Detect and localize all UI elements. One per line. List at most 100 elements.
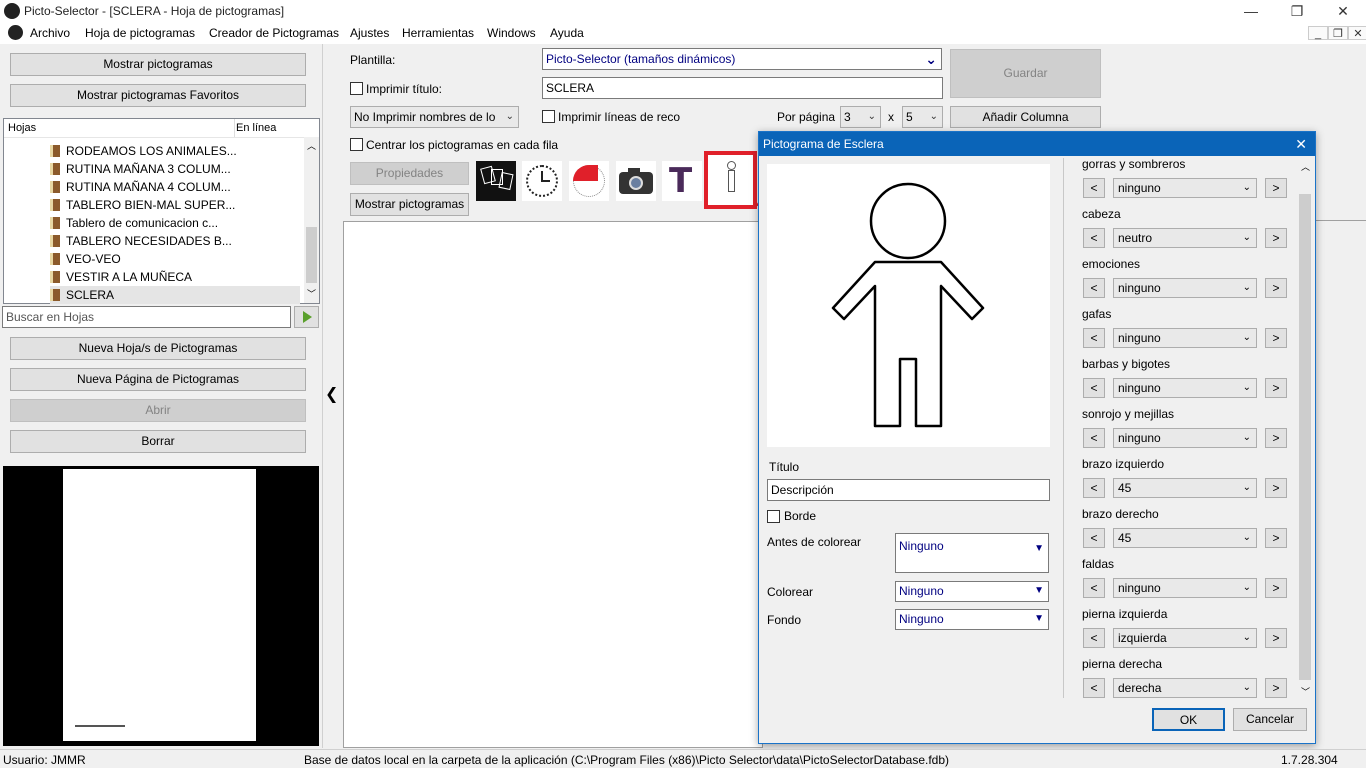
menu-creador[interactable]: Creador de Pictogramas bbox=[209, 26, 339, 40]
prop-select[interactable]: ninguno ⌄ bbox=[1113, 578, 1257, 598]
scroll-down-icon[interactable]: ﹀ bbox=[1301, 685, 1310, 698]
scroll-down-icon[interactable]: ﹀ bbox=[307, 287, 316, 300]
next-button[interactable]: > bbox=[1265, 178, 1287, 198]
show-favorites-button[interactable]: Mostrar pictogramas Favoritos bbox=[10, 84, 306, 107]
prev-button[interactable]: < bbox=[1083, 228, 1105, 248]
prop-select[interactable]: ninguno ⌄ bbox=[1113, 378, 1257, 398]
center-checkbox[interactable] bbox=[350, 138, 363, 151]
cancel-button[interactable]: Cancelar bbox=[1233, 708, 1307, 731]
prop-select[interactable]: 45 ⌄ bbox=[1113, 528, 1257, 548]
search-button[interactable] bbox=[294, 306, 319, 328]
next-button[interactable]: > bbox=[1265, 478, 1287, 498]
properties-scroll-thumb[interactable] bbox=[1299, 194, 1311, 680]
prev-button[interactable]: < bbox=[1083, 278, 1105, 298]
column-header-online[interactable]: En línea bbox=[236, 122, 276, 134]
next-button[interactable]: > bbox=[1265, 628, 1287, 648]
new-page-button[interactable]: Nueva Página de Pictogramas bbox=[10, 368, 306, 391]
camera-icon[interactable] bbox=[616, 161, 656, 201]
prop-select[interactable]: ninguno ⌄ bbox=[1113, 428, 1257, 448]
scroll-up-icon[interactable]: ︿ bbox=[1301, 160, 1310, 173]
prev-button[interactable]: < bbox=[1083, 528, 1105, 548]
menu-hoja[interactable]: Hoja de pictogramas bbox=[85, 26, 195, 40]
open-button[interactable]: Abrir bbox=[10, 399, 306, 422]
sheet-canvas[interactable] bbox=[343, 221, 763, 748]
next-button[interactable]: > bbox=[1265, 328, 1287, 348]
mdi-minimize-button[interactable]: _ bbox=[1308, 26, 1328, 40]
prop-select[interactable]: ninguno ⌄ bbox=[1113, 178, 1257, 198]
properties-scrollbar[interactable]: ︿ ﹀ bbox=[1297, 158, 1313, 698]
tree-item-selected[interactable]: SCLERA bbox=[50, 286, 300, 304]
prop-select[interactable]: izquierda ⌄ bbox=[1113, 628, 1257, 648]
prev-button[interactable]: < bbox=[1083, 328, 1105, 348]
restore-button[interactable]: ❐ bbox=[1274, 0, 1320, 22]
tree-scrollbar[interactable]: ︿ ﹀ bbox=[304, 137, 319, 303]
next-button[interactable]: > bbox=[1265, 528, 1287, 548]
sheets-tree[interactable]: Hojas En línea RODEAMOS LOS ANIMALES... … bbox=[3, 118, 320, 304]
columns-select[interactable]: 5 ⌄ bbox=[902, 106, 943, 128]
template-select[interactable]: Picto-Selector (tamaños dinámicos) ⌄ bbox=[542, 48, 942, 70]
clock-icon[interactable] bbox=[522, 161, 562, 201]
prop-select[interactable]: neutro ⌄ bbox=[1113, 228, 1257, 248]
ok-button[interactable]: OK bbox=[1152, 708, 1225, 731]
mdi-restore-button[interactable]: ❐ bbox=[1328, 26, 1348, 40]
save-button[interactable]: Guardar bbox=[950, 49, 1101, 98]
scroll-up-icon[interactable]: ︿ bbox=[307, 139, 316, 152]
new-sheet-button[interactable]: Nueva Hoja/s de Pictogramas bbox=[10, 337, 306, 360]
delete-button[interactable]: Borrar bbox=[10, 430, 306, 453]
prop-select[interactable]: 45 ⌄ bbox=[1113, 478, 1257, 498]
title-input[interactable]: SCLERA bbox=[542, 77, 943, 99]
prev-button[interactable]: < bbox=[1083, 628, 1105, 648]
tree-item[interactable]: RUTINA MAÑANA 4 COLUM... bbox=[50, 178, 300, 196]
tree-item[interactable]: TABLERO NECESIDADES B... bbox=[50, 232, 300, 250]
print-lines-checkbox[interactable] bbox=[542, 110, 555, 123]
sclera-icon-highlight[interactable] bbox=[704, 151, 757, 209]
timer-icon[interactable] bbox=[569, 161, 609, 201]
tree-item[interactable]: TABLERO BIEN-MAL SUPER... bbox=[50, 196, 300, 214]
show-picts-button[interactable]: Mostrar pictogramas bbox=[350, 193, 469, 216]
tree-scroll-thumb[interactable] bbox=[306, 227, 317, 283]
chevron-down-icon: ⌄ bbox=[1242, 382, 1251, 393]
menu-ajustes[interactable]: Ajustes bbox=[350, 26, 389, 40]
mdi-close-button[interactable]: ✕ bbox=[1348, 26, 1366, 40]
print-names-select[interactable]: No Imprimir nombres de lo ⌄ bbox=[350, 106, 519, 128]
column-header-sheets[interactable]: Hojas bbox=[8, 122, 36, 134]
prev-button[interactable]: < bbox=[1083, 578, 1105, 598]
tree-item[interactable]: RUTINA MAÑANA 3 COLUM... bbox=[50, 160, 300, 178]
show-pictograms-button[interactable]: Mostrar pictogramas bbox=[10, 53, 306, 76]
close-button[interactable]: ✕ bbox=[1320, 0, 1366, 22]
next-button[interactable]: > bbox=[1265, 378, 1287, 398]
pictogram-cards-icon[interactable] bbox=[476, 161, 516, 201]
next-button[interactable]: > bbox=[1265, 578, 1287, 598]
prev-button[interactable]: < bbox=[1083, 428, 1105, 448]
menu-herramientas[interactable]: Herramientas bbox=[402, 26, 474, 40]
rows-select[interactable]: 3 ⌄ bbox=[840, 106, 881, 128]
menu-archivo[interactable]: Archivo bbox=[30, 26, 70, 40]
status-user: Usuario: JMMR bbox=[3, 753, 86, 767]
next-button[interactable]: > bbox=[1265, 678, 1287, 698]
tree-item[interactable]: Tablero de comunicacion c... bbox=[50, 214, 300, 232]
properties-button[interactable]: Propiedades bbox=[350, 162, 469, 185]
tree-item[interactable]: VESTIR A LA MUÑECA bbox=[50, 268, 300, 286]
prev-button[interactable]: < bbox=[1083, 178, 1105, 198]
search-sheets-input[interactable]: Buscar en Hojas bbox=[2, 306, 291, 328]
add-column-button[interactable]: Añadir Columna bbox=[950, 106, 1101, 128]
prev-button[interactable]: < bbox=[1083, 378, 1105, 398]
menu-windows[interactable]: Windows bbox=[487, 26, 536, 40]
print-title-checkbox[interactable] bbox=[350, 82, 363, 95]
prop-select[interactable]: ninguno ⌄ bbox=[1113, 278, 1257, 298]
next-button[interactable]: > bbox=[1265, 428, 1287, 448]
minimize-button[interactable]: — bbox=[1228, 0, 1274, 22]
sheet-icon bbox=[50, 181, 60, 193]
sheet-icon bbox=[50, 199, 60, 211]
tree-item[interactable]: RODEAMOS LOS ANIMALES... bbox=[50, 142, 300, 160]
next-button[interactable]: > bbox=[1265, 228, 1287, 248]
prop-select[interactable]: derecha ⌄ bbox=[1113, 678, 1257, 698]
next-button[interactable]: > bbox=[1265, 278, 1287, 298]
menu-ayuda[interactable]: Ayuda bbox=[550, 26, 584, 40]
tree-item[interactable]: VEO-VEO bbox=[50, 250, 300, 268]
prop-select[interactable]: ninguno ⌄ bbox=[1113, 328, 1257, 348]
collapse-panel-icon[interactable]: ❮ bbox=[325, 384, 338, 404]
prev-button[interactable]: < bbox=[1083, 678, 1105, 698]
prev-button[interactable]: < bbox=[1083, 478, 1105, 498]
text-icon[interactable]: T bbox=[662, 161, 702, 201]
